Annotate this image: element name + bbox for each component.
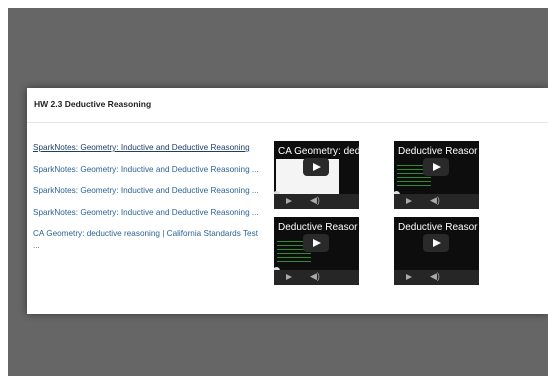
resource-link-5[interactable]: CA Geometry: deductive reasoning | Calif… xyxy=(33,228,265,251)
play-icon[interactable] xyxy=(286,198,292,204)
resource-link-3[interactable]: SparkNotes: Geometry: Inductive and Dedu… xyxy=(33,185,265,197)
volume-icon[interactable]: ◀) xyxy=(430,271,440,282)
video-title: CA Geometry: ded xyxy=(278,146,359,157)
volume-icon[interactable]: ◀) xyxy=(430,195,440,206)
video-title: Deductive Reasor xyxy=(278,222,358,233)
video-thumbnail-4[interactable]: Deductive Reasor ◀) xyxy=(394,217,479,285)
video-controls: ◀) xyxy=(394,270,479,285)
video-title: Deductive Reasor xyxy=(398,146,478,157)
video-thumbnail-2[interactable]: Deductive Reasor ◀) xyxy=(394,141,479,209)
play-icon[interactable] xyxy=(303,158,329,176)
play-icon[interactable] xyxy=(423,234,449,252)
resource-link-4[interactable]: SparkNotes: Geometry: Inductive and Dedu… xyxy=(33,207,265,219)
volume-icon[interactable]: ◀) xyxy=(310,195,320,206)
play-icon[interactable] xyxy=(286,274,292,280)
resource-link-1[interactable]: SparkNotes: Geometry: Inductive and Dedu… xyxy=(33,142,265,154)
homework-panel: HW 2.3 Deductive Reasoning SparkNotes: G… xyxy=(27,88,548,314)
play-icon[interactable] xyxy=(303,234,329,252)
play-icon[interactable] xyxy=(406,198,412,204)
video-thumbnail-3[interactable]: Deductive Reasor ◀) xyxy=(274,217,359,285)
video-controls: ◀) xyxy=(394,194,479,209)
resource-link-2[interactable]: SparkNotes: Geometry: Inductive and Dedu… xyxy=(33,164,265,176)
play-icon[interactable] xyxy=(423,158,449,176)
video-controls: ◀) xyxy=(274,270,359,285)
panel-divider xyxy=(27,122,548,123)
video-title: Deductive Reasor xyxy=(398,222,478,233)
play-icon[interactable] xyxy=(406,274,412,280)
volume-icon[interactable]: ◀) xyxy=(310,271,320,282)
resource-links: SparkNotes: Geometry: Inductive and Dedu… xyxy=(33,142,265,261)
video-controls: ◀) xyxy=(274,194,359,209)
video-thumbnail-1[interactable]: CA Geometry: ded ◀) xyxy=(274,141,359,209)
panel-title: HW 2.3 Deductive Reasoning xyxy=(34,99,152,109)
